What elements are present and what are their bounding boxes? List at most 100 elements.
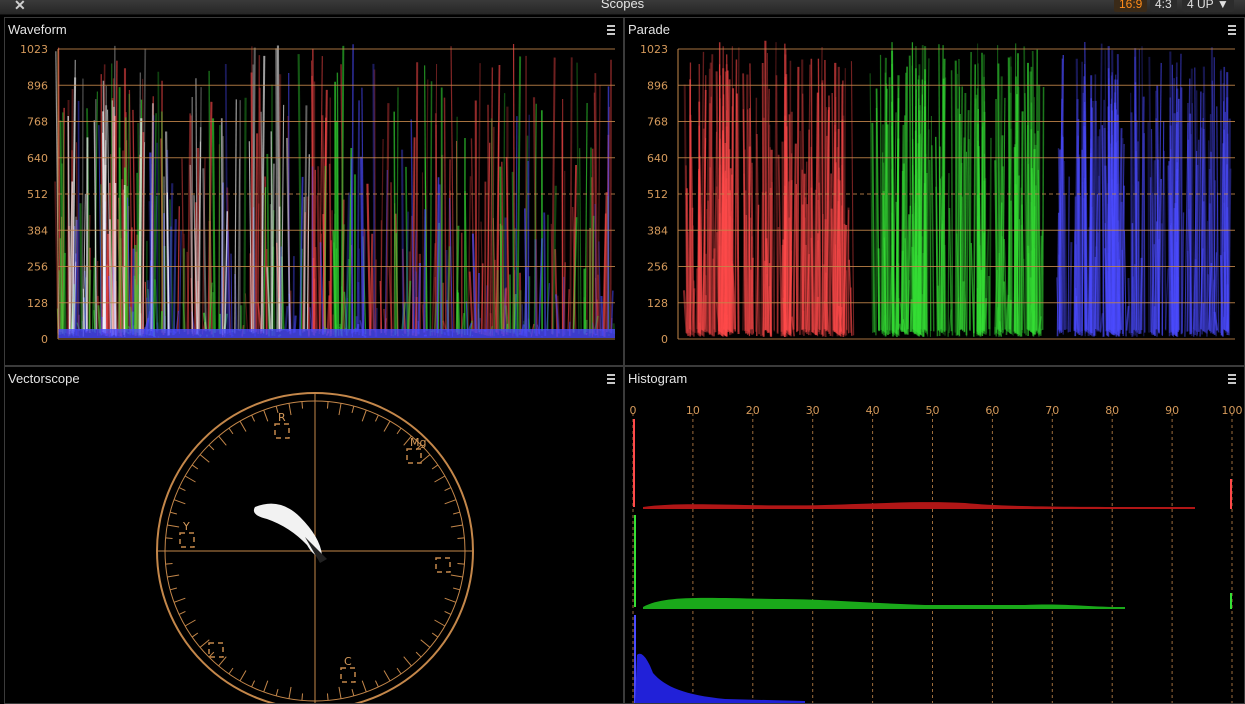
vectorscope-tick [375,415,378,421]
waveform-green-trace-trace [273,247,274,336]
parade-green-trace [870,42,1043,337]
parade-scale-label: 0 [661,333,668,346]
vectorscope-tick [192,465,198,469]
vectorscope-target-label: Mg [410,436,426,449]
waveform-red-trace-trace [570,57,571,336]
waveform-red-trace-trace [568,289,569,331]
vectorscope-target-label: Y [182,520,190,533]
layout-dropdown[interactable]: 4 UP ▼ [1182,0,1234,12]
waveform-title: Waveform [8,22,67,37]
waveform-blue-trace-trace [535,239,536,335]
vectorscope-tick [264,681,268,692]
parade-scale-label: 896 [647,79,668,92]
vectorscope-tick [276,689,278,696]
vectorscope-tick [229,668,233,674]
vectorscope-tick [451,525,463,527]
waveform-blue-trace-trace [611,291,613,334]
parade-red-trace-trace [798,67,799,331]
waveform-red-trace-trace [258,55,259,334]
parade-menu-icon[interactable] [1228,25,1236,36]
histogram-panel: 0102030405060708090100 Histogram [624,366,1245,704]
waveform-scale-label: 640 [27,152,48,165]
parade-blue-trace [1057,42,1231,337]
parade-scale-label: 1023 [640,43,668,56]
parade-red-trace-trace [688,232,689,333]
histogram-display: 0102030405060708090100 [625,367,1244,703]
vectorscope-tick [166,563,173,564]
parade-red-trace-trace [782,245,783,336]
parade-green-trace-trace [958,109,959,335]
waveform-scale-label: 128 [27,297,48,310]
vectorscope-tick [327,693,328,700]
vectorscope-tick [219,436,227,445]
vectorscope-tick [421,640,430,648]
vectorscope-menu-icon[interactable] [607,374,615,385]
histogram-red-clip [1230,479,1232,509]
vectorscope-tick [302,402,303,409]
waveform-white-trace-trace [112,100,113,335]
vectorscope-tick [397,428,401,434]
parade-red-trace-trace [825,60,826,329]
waveform-blue-trace-trace [416,271,417,332]
waveform-green-trace-trace [394,112,395,336]
waveform-white-trace-trace [114,107,115,330]
vectorscope-tick [192,633,198,637]
title-bar: ✕ Scopes 16:9 4:3 4 UP ▼ [0,0,1245,15]
waveform-menu-icon[interactable] [607,25,615,36]
parade-red-trace-trace [765,41,766,330]
waveform-green-trace-trace [458,290,459,335]
vectorscope-tick [432,465,438,469]
parade-blue-trace-trace [1220,69,1221,333]
aspect-16-9-button[interactable]: 16:9 [1114,0,1147,12]
waveform-blue-floor [58,329,615,338]
parade-green-trace-trace [1037,50,1038,331]
aspect-4-3-button[interactable]: 4:3 [1150,0,1177,12]
parade-blue-trace-trace [1155,194,1156,330]
parade-blue-trace-trace [1216,193,1217,337]
vectorscope-tick [339,403,341,415]
parade-scale-label: 768 [647,116,668,129]
vectorscope-tick [445,598,456,602]
waveform-green-trace-trace [580,148,581,331]
parade-red-trace-trace [694,281,695,333]
vectorscope-tick [457,563,464,564]
window-title: Scopes [0,0,1245,11]
parade-green-trace-trace [1009,58,1010,330]
parade-green-trace-trace [879,248,880,331]
parade-scale-label: 384 [647,224,668,237]
vectorscope-tick [185,620,195,626]
parade-green-trace-trace [919,64,920,329]
chevron-down-icon: ▼ [1217,0,1229,11]
waveform-blue-trace-trace [478,273,479,329]
parade-red-trace-trace [772,182,774,331]
vectorscope-display: RMgCY [5,367,623,703]
parade-green-trace-trace [956,61,957,336]
waveform-white-trace-trace [87,137,88,331]
vectorscope-tick [362,410,366,421]
waveform-green-trace-trace [161,311,162,330]
waveform-green-trace-trace [162,112,163,333]
vectorscope-tick [445,611,451,614]
vectorscope-tick [384,671,390,681]
waveform-green-trace-trace [577,63,579,334]
waveform-green-trace-trace [396,233,397,334]
vectorscope-target [180,533,194,547]
layout-label: 4 UP [1187,0,1213,11]
waveform-scale-label: 0 [41,333,48,346]
histogram-menu-icon[interactable] [1228,374,1236,385]
parade-red-trace-trace [705,254,706,330]
vectorscope-tick [200,640,209,648]
parade-blue-trace-trace [1138,181,1139,334]
waveform-blue-trace-trace [424,209,425,332]
histogram-scale-label: 90 [1165,404,1179,417]
waveform-blue-trace-trace [133,249,134,335]
waveform-white-trace-trace [82,79,83,330]
parade-title: Parade [628,22,670,37]
waveform-red-trace-trace [367,184,370,336]
histogram-scale-label: 10 [686,404,700,417]
parade-green-trace-trace [949,208,951,331]
parade-green-trace-trace [970,52,971,331]
waveform-red-trace-trace [245,293,247,331]
vectorscope-tick [179,611,185,614]
vectorscope-tick [170,588,177,590]
